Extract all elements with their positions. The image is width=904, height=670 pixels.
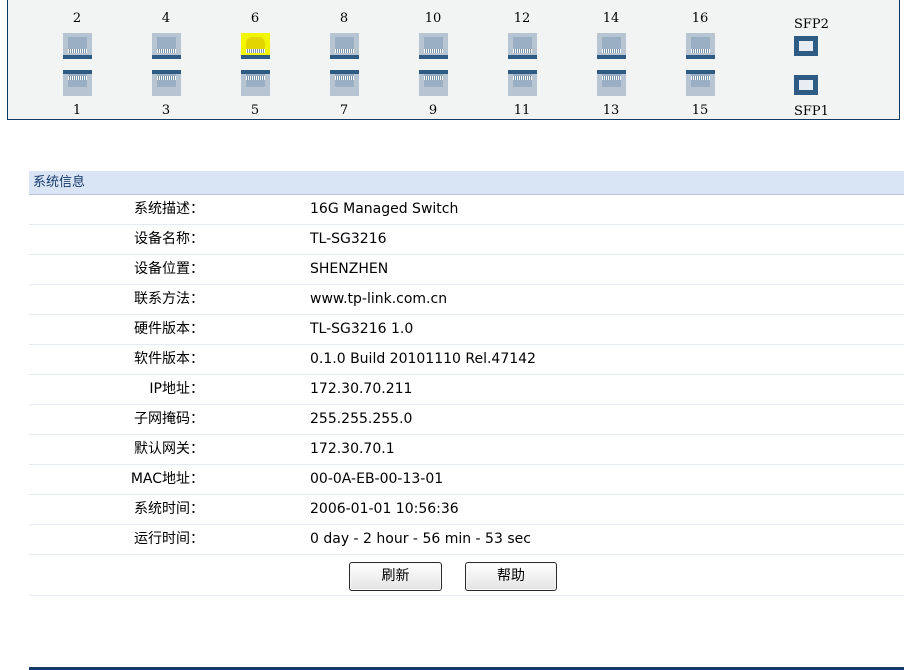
info-label: 软件版本： — [134, 351, 204, 367]
info-row: 系统描述： 16G Managed Switch — [29, 195, 904, 225]
info-label: 设备位置： — [134, 261, 204, 277]
info-label: 默认网关： — [134, 441, 204, 457]
ethernet-port-16[interactable] — [686, 33, 715, 59]
ethernet-port-4[interactable] — [152, 33, 181, 59]
info-row: 软件版本： 0.1.0 Build 20101110 Rel.47142 — [29, 345, 904, 375]
help-button[interactable]: 帮助 — [465, 562, 557, 591]
port-number: 7 — [339, 103, 349, 118]
ethernet-port-13[interactable] — [597, 70, 626, 96]
port-column: 10 9 — [403, 0, 463, 120]
port-column: 87 — [314, 0, 374, 120]
port-column: 65 — [225, 0, 285, 120]
port-number: 1 — [72, 103, 82, 118]
port-number: 10 — [424, 11, 442, 26]
info-label: MAC地址： — [130, 471, 204, 487]
ethernet-port-7[interactable] — [330, 70, 359, 96]
info-label: 子网掩码： — [134, 411, 204, 427]
info-row: 子网掩码： 255.255.255.0 — [29, 405, 904, 435]
info-row: 硬件版本： TL-SG3216 1.0 — [29, 315, 904, 345]
ethernet-port-15[interactable] — [686, 70, 715, 96]
button-row: 刷新 帮助 — [29, 555, 904, 596]
info-value: 172.30.70.211 — [310, 381, 413, 397]
sfp2-label: SFP2 — [794, 17, 829, 32]
sfp1-label: SFP1 — [794, 104, 829, 119]
sfp2-port[interactable] — [794, 36, 818, 56]
ethernet-port-11[interactable] — [508, 70, 537, 96]
info-label: 硬件版本： — [134, 321, 204, 337]
info-label: 系统描述： — [134, 201, 204, 217]
info-value: 172.30.70.1 — [310, 441, 395, 457]
port-number: 16 — [691, 11, 709, 26]
info-label: 设备名称： — [134, 231, 204, 247]
sfp1-port[interactable] — [794, 75, 818, 95]
port-column: 14 13 — [581, 0, 641, 120]
ethernet-port-14[interactable] — [597, 33, 626, 59]
info-row: 系统时间： 2006-01-01 10:56:36 — [29, 495, 904, 525]
port-column: 12 11 — [492, 0, 552, 120]
port-number: 6 — [250, 11, 260, 26]
info-label: IP地址： — [149, 381, 204, 397]
info-row: 设备名称： TL-SG3216 — [29, 225, 904, 255]
ethernet-port-2[interactable] — [63, 33, 92, 59]
port-number: 14 — [602, 11, 620, 26]
info-row: 默认网关： 172.30.70.1 — [29, 435, 904, 465]
info-label: 系统时间： — [134, 501, 204, 517]
info-value: 0.1.0 Build 20101110 Rel.47142 — [310, 351, 536, 367]
ethernet-port-6[interactable] — [241, 33, 270, 59]
port-number: 12 — [513, 11, 531, 26]
info-row: 运行时间： 0 day - 2 hour - 56 min - 53 sec — [29, 525, 904, 555]
info-value: TL-SG3216 — [310, 231, 387, 247]
info-label: 联系方法： — [134, 291, 204, 307]
ethernet-port-8[interactable] — [330, 33, 359, 59]
ethernet-port-5[interactable] — [241, 70, 270, 96]
info-label: 运行时间： — [134, 531, 204, 547]
info-value: 16G Managed Switch — [310, 201, 459, 217]
info-row: IP地址： 172.30.70.211 — [29, 375, 904, 405]
info-value: 0 day - 2 hour - 56 min - 53 sec — [310, 531, 531, 547]
ethernet-port-12[interactable] — [508, 33, 537, 59]
info-value: SHENZHEN — [310, 261, 389, 277]
port-number: 3 — [161, 103, 171, 118]
port-number: 8 — [339, 11, 349, 26]
info-value: 2006-01-01 10:56:36 — [310, 501, 459, 517]
system-info-section: 系统信息 系统描述： 16G Managed Switch 设备名称： TL-SG32… — [29, 171, 904, 596]
port-column: 21 — [47, 0, 107, 120]
info-row: MAC地址： 00-0A-EB-00-13-01 — [29, 465, 904, 495]
refresh-button[interactable]: 刷新 — [349, 562, 442, 591]
port-column: 43 — [136, 0, 196, 120]
info-row: 设备位置： SHENZHEN — [29, 255, 904, 285]
ethernet-port-3[interactable] — [152, 70, 181, 96]
info-value: 00-0A-EB-00-13-01 — [310, 471, 444, 487]
section-title: 系统信息 — [29, 171, 904, 195]
port-number: 15 — [691, 103, 709, 118]
port-number: 9 — [428, 103, 438, 118]
ethernet-port-9[interactable] — [419, 70, 448, 96]
info-value: www.tp-link.com.cn — [310, 291, 448, 307]
port-number: 5 — [250, 103, 260, 118]
port-panel: 2 1 4 3 6 5 8 7 10 9 12 11 14 13 16 15 SFP2 SFP1 — [7, 0, 900, 120]
info-value: 255.255.255.0 — [310, 411, 413, 427]
port-number: 13 — [602, 103, 620, 118]
ethernet-port-1[interactable] — [63, 70, 92, 96]
port-number: 2 — [72, 11, 82, 26]
port-column: 16 15 — [670, 0, 730, 120]
info-row: 联系方法： www.tp-link.com.cn — [29, 285, 904, 315]
ethernet-port-10[interactable] — [419, 33, 448, 59]
info-value: TL-SG3216 1.0 — [310, 321, 414, 337]
port-number: 11 — [513, 103, 531, 118]
port-number: 4 — [161, 11, 171, 26]
